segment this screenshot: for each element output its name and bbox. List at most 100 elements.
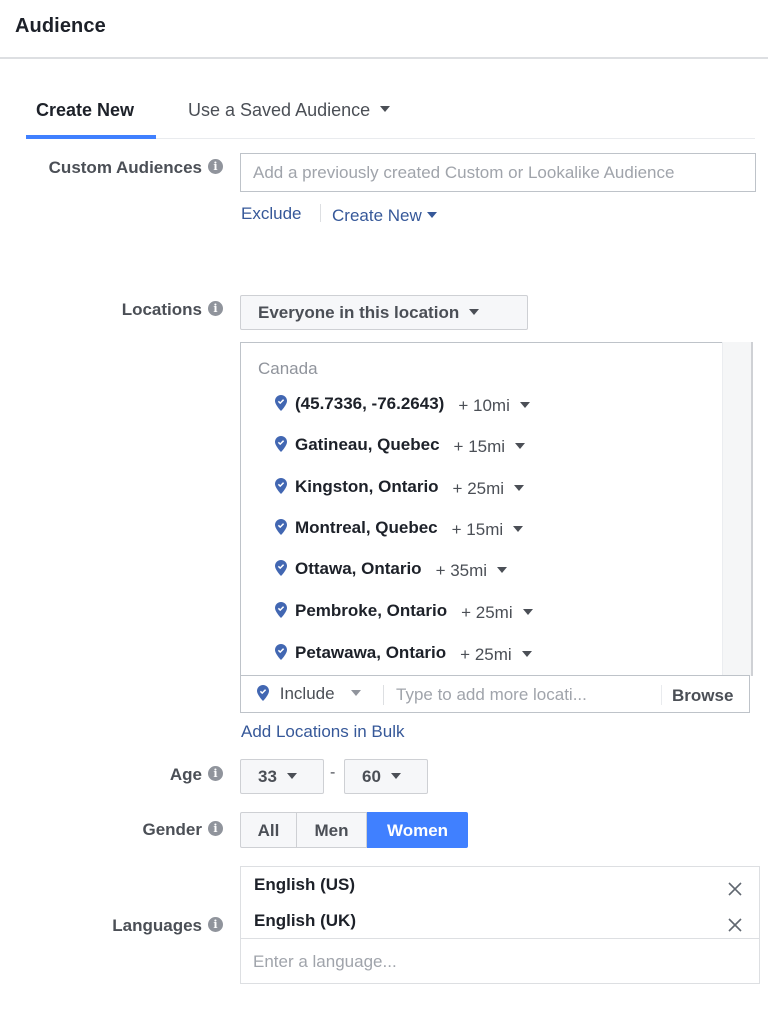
create-new-audience-button[interactable]: Create New bbox=[332, 206, 437, 226]
chevron-down-icon bbox=[426, 211, 437, 218]
label-text: Custom Audiences bbox=[48, 158, 202, 177]
radius-value: + 10mi bbox=[458, 396, 510, 415]
label-text: Gender bbox=[142, 820, 202, 839]
age-max-value: 60 bbox=[362, 767, 381, 786]
location-item: Petawawa, Ontario + 25mi bbox=[275, 643, 532, 667]
audience-tabs: Create New Use a Saved Audience bbox=[26, 92, 755, 139]
radius-value: + 25mi bbox=[452, 479, 505, 498]
location-name: Pembroke, Ontario bbox=[295, 601, 448, 620]
selected-locations-list: Canada (45.7336, -76.2643) + 10mi Gatineau… bbox=[240, 342, 724, 676]
radius-value: + 25mi bbox=[461, 603, 513, 622]
add-location-input[interactable] bbox=[396, 682, 656, 708]
radius-dropdown[interactable]: + 35mi bbox=[436, 561, 508, 580]
section-header: Audience bbox=[0, 0, 768, 59]
divider bbox=[383, 685, 384, 705]
info-icon[interactable]: i bbox=[208, 766, 223, 782]
languages-label: Languages i bbox=[112, 916, 223, 936]
location-pin-icon bbox=[275, 601, 287, 618]
location-name: Petawawa, Ontario bbox=[295, 643, 447, 662]
radius-value: + 15mi bbox=[453, 437, 506, 456]
divider bbox=[661, 685, 662, 705]
create-new-label: Create New bbox=[332, 206, 422, 225]
active-tab-indicator bbox=[26, 135, 156, 139]
remove-language-icon[interactable] bbox=[727, 881, 743, 897]
tab-label: Create New bbox=[36, 100, 135, 120]
gender-label: Gender i bbox=[142, 820, 223, 840]
age-max-dropdown[interactable]: 60 bbox=[344, 759, 428, 794]
language-token: English (US) bbox=[254, 875, 356, 894]
radius-dropdown[interactable]: + 25mi bbox=[461, 603, 533, 622]
info-icon[interactable]: i bbox=[208, 159, 223, 175]
radius-dropdown[interactable]: + 25mi bbox=[460, 645, 532, 664]
location-item: (45.7336, -76.2643) + 10mi bbox=[275, 394, 530, 418]
include-label: Include bbox=[279, 684, 335, 703]
chevron-down-icon bbox=[380, 106, 391, 113]
custom-audiences-input[interactable] bbox=[240, 153, 756, 192]
gender-segmented-control: All Men Women bbox=[240, 812, 468, 848]
radius-value: + 35mi bbox=[435, 561, 488, 580]
location-item: Gatineau, Quebec + 15mi bbox=[275, 435, 526, 459]
link-divider bbox=[320, 204, 321, 222]
location-name: Ottawa, Ontario bbox=[295, 559, 422, 578]
label-text: Locations bbox=[121, 300, 202, 319]
location-item: Kingston, Ontario + 25mi bbox=[275, 477, 525, 501]
remove-language-icon[interactable] bbox=[727, 917, 743, 933]
location-pin-icon bbox=[275, 518, 287, 535]
gender-women-button[interactable]: Women bbox=[367, 812, 468, 848]
exclude-link[interactable]: Exclude bbox=[241, 204, 301, 224]
radius-value: + 25mi bbox=[460, 645, 512, 664]
location-type-dropdown[interactable]: Everyone in this location bbox=[240, 295, 528, 330]
add-locations-in-bulk-link[interactable]: Add Locations in Bulk bbox=[241, 722, 405, 742]
info-icon[interactable]: i bbox=[208, 821, 223, 837]
location-name: Kingston, Ontario bbox=[295, 477, 439, 496]
label-text: Age bbox=[169, 765, 202, 784]
location-item: Ottawa, Ontario + 35mi bbox=[275, 559, 508, 583]
tab-label: Use a Saved Audience bbox=[188, 100, 371, 120]
tab-create-new[interactable]: Create New bbox=[36, 100, 134, 121]
tab-use-saved-audience[interactable]: Use a Saved Audience bbox=[188, 100, 391, 121]
section-title: Audience bbox=[15, 15, 106, 37]
add-location-bar: Include Browse bbox=[240, 675, 750, 713]
radius-dropdown[interactable]: + 15mi bbox=[454, 437, 526, 456]
locations-scrollbar[interactable] bbox=[722, 342, 753, 676]
location-name: Gatineau, Quebec bbox=[295, 435, 440, 454]
locations-label: Locations i bbox=[122, 300, 223, 320]
chevron-down-icon bbox=[497, 566, 508, 573]
chevron-down-icon bbox=[350, 689, 361, 696]
gender-all-button[interactable]: All bbox=[240, 812, 297, 848]
label-text: Languages bbox=[112, 916, 202, 935]
age-range-separator: - bbox=[330, 764, 336, 781]
location-pin-icon bbox=[275, 477, 287, 494]
divider bbox=[241, 938, 759, 939]
browse-button[interactable]: Browse bbox=[672, 686, 733, 706]
chevron-down-icon bbox=[522, 608, 533, 615]
chevron-down-icon bbox=[513, 525, 524, 532]
language-input[interactable] bbox=[253, 949, 743, 975]
chevron-down-icon bbox=[514, 484, 525, 491]
radius-dropdown[interactable]: + 25mi bbox=[453, 479, 525, 498]
location-name: Montreal, Quebec bbox=[295, 518, 438, 537]
chevron-down-icon bbox=[515, 442, 526, 449]
location-type-value: Everyone in this location bbox=[258, 303, 460, 322]
radius-value: + 15mi bbox=[451, 520, 504, 539]
custom-audiences-label: Custom Audiences i bbox=[49, 158, 223, 178]
languages-field: English (US) English (UK) bbox=[240, 866, 760, 984]
age-min-dropdown[interactable]: 33 bbox=[240, 759, 324, 794]
info-icon[interactable]: i bbox=[208, 301, 223, 317]
location-item: Pembroke, Ontario + 25mi bbox=[275, 601, 533, 625]
location-name: (45.7336, -76.2643) bbox=[295, 394, 445, 413]
radius-dropdown[interactable]: + 15mi bbox=[452, 520, 524, 539]
location-pin-icon bbox=[275, 643, 287, 660]
location-pin-icon bbox=[257, 684, 269, 701]
location-item: Montreal, Quebec + 15mi bbox=[275, 518, 524, 542]
language-token: English (UK) bbox=[254, 911, 356, 930]
gender-men-button[interactable]: Men bbox=[297, 812, 367, 848]
country-heading: Canada bbox=[258, 359, 318, 378]
include-exclude-dropdown[interactable]: Include bbox=[257, 684, 361, 704]
info-icon[interactable]: i bbox=[208, 917, 223, 933]
chevron-down-icon bbox=[390, 772, 401, 779]
chevron-down-icon bbox=[521, 650, 532, 657]
location-pin-icon bbox=[275, 394, 287, 411]
age-label: Age i bbox=[170, 765, 223, 785]
radius-dropdown[interactable]: + 10mi bbox=[458, 396, 530, 415]
